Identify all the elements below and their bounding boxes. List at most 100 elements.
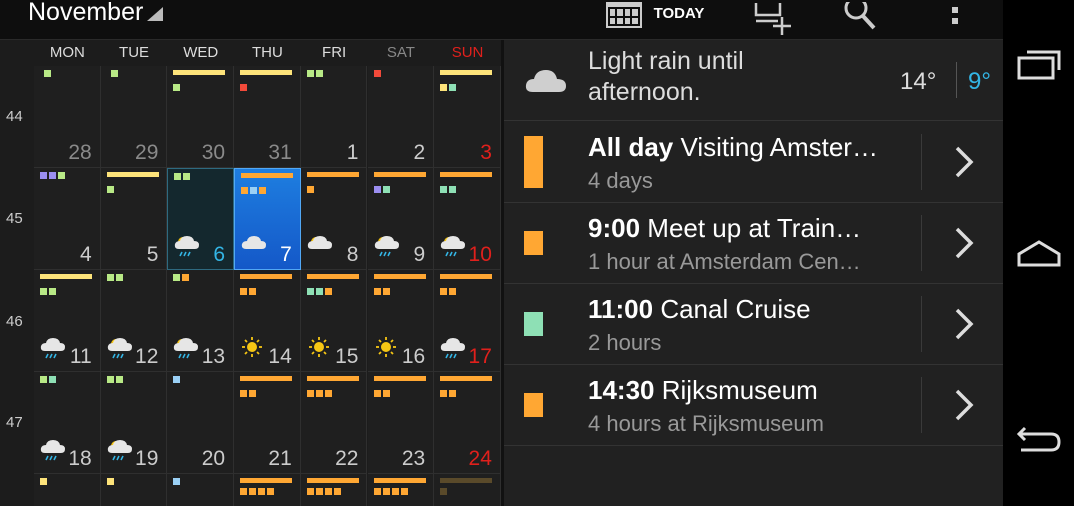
event-dot: [267, 488, 275, 495]
agenda-event[interactable]: All day Visiting Amster… 4 days: [504, 122, 1003, 203]
event-dot: [106, 186, 114, 193]
event-bar: [240, 478, 293, 483]
event-dot: [249, 390, 257, 397]
event-dot: [173, 478, 181, 485]
day-cell[interactable]: 16: [367, 270, 435, 372]
event-bar: [440, 70, 493, 75]
day-number: 31: [268, 141, 292, 164]
chevron-right-icon[interactable]: [944, 385, 984, 425]
event-dot: [173, 376, 181, 383]
cloud-icon: [241, 234, 267, 263]
day-cell[interactable]: 22: [300, 372, 368, 474]
day-cell[interactable]: 8: [300, 168, 368, 270]
event-dot: [173, 84, 181, 91]
day-cell[interactable]: [100, 474, 168, 506]
event-dot: [440, 288, 448, 295]
day-cell[interactable]: 30: [167, 66, 235, 168]
event-dot: [449, 84, 457, 91]
event-dot: [115, 376, 123, 383]
event-color-indicator: [524, 136, 543, 188]
today-button[interactable]: TODAY: [590, 0, 720, 40]
day-number: 29: [135, 141, 159, 164]
day-cell[interactable]: [367, 474, 435, 506]
event-dot: [40, 376, 47, 383]
event-dot: [240, 84, 248, 91]
day-cell[interactable]: 4: [34, 168, 101, 270]
event-dot: [324, 390, 332, 397]
event-color-indicator: [524, 393, 543, 417]
sun-rain-icon: [374, 234, 400, 263]
day-number: 28: [68, 141, 92, 164]
event-dot: [440, 186, 448, 193]
event-dot: [259, 187, 267, 194]
event-dot: [306, 70, 314, 77]
overflow-menu-button[interactable]: [930, 0, 980, 40]
day-cell[interactable]: 24: [434, 372, 501, 474]
chevron-right-icon[interactable]: [944, 223, 984, 263]
month-spinner[interactable]: November: [28, 0, 164, 27]
day-cell[interactable]: [34, 474, 101, 506]
day-cell[interactable]: 10: [434, 168, 501, 270]
event-dot: [315, 70, 323, 77]
day-number: 11: [69, 345, 92, 368]
day-cell[interactable]: 15: [300, 270, 368, 372]
day-cell[interactable]: 12: [100, 270, 168, 372]
home-button[interactable]: [1013, 228, 1065, 278]
day-cell[interactable]: 11: [34, 270, 101, 372]
day-cell[interactable]: 18: [34, 372, 101, 474]
day-cell[interactable]: 19: [100, 372, 168, 474]
day-cell[interactable]: 5: [100, 168, 168, 270]
recents-button[interactable]: [1013, 40, 1065, 90]
day-cell[interactable]: 28: [34, 66, 101, 168]
day-cell[interactable]: [434, 474, 501, 506]
event-dot: [49, 376, 56, 383]
cloud-icon: [525, 70, 566, 92]
chevron-right-icon[interactable]: [944, 142, 984, 182]
day-cell[interactable]: 9: [367, 168, 435, 270]
temp-low: 9°: [968, 68, 991, 95]
event-bar: [40, 274, 92, 279]
event-dot: [373, 488, 381, 495]
event-bar: [173, 70, 226, 75]
day-cell[interactable]: [234, 474, 301, 506]
week-number: 45: [6, 210, 23, 227]
day-cell[interactable]: 2: [367, 66, 435, 168]
agenda-event[interactable]: 9:00 Meet up at Train… 1 hour at Amsterd…: [504, 203, 1003, 284]
add-event-icon: [754, 3, 791, 35]
event-dot: [174, 173, 182, 180]
day-cell[interactable]: 6: [167, 168, 235, 270]
agenda-event[interactable]: 14:30 Rijksmuseum 4 hours at Rijksmuseum: [504, 365, 1003, 446]
event-dot: [58, 172, 65, 179]
event-bar: [241, 173, 294, 178]
weather-row[interactable]: Light rain until afternoon. 14° 9°: [504, 40, 1003, 121]
day-number: 5: [146, 243, 159, 266]
day-cell[interactable]: [300, 474, 368, 506]
day-cell[interactable]: 1: [300, 66, 368, 168]
back-button[interactable]: [1013, 414, 1065, 464]
event-dot: [449, 186, 457, 193]
add-event-button[interactable]: [740, 0, 800, 40]
day-cell[interactable]: [167, 474, 235, 506]
day-cell[interactable]: 23: [367, 372, 435, 474]
event-dot: [106, 376, 114, 383]
event-dot: [183, 173, 191, 180]
day-cell[interactable]: 29: [100, 66, 168, 168]
event-dot: [449, 288, 457, 295]
event-dot: [315, 488, 323, 495]
event-dot: [241, 187, 249, 194]
agenda-event[interactable]: 11:00 Canal Cruise 2 hours: [504, 284, 1003, 365]
search-button[interactable]: [830, 0, 890, 40]
day-cell[interactable]: 13: [167, 270, 235, 372]
day-cell[interactable]: 14: [234, 270, 301, 372]
event-detail: 4 days: [588, 168, 653, 193]
day-cell[interactable]: 31: [234, 66, 301, 168]
day-cell[interactable]: 21: [234, 372, 301, 474]
day-cell[interactable]: 7: [234, 168, 301, 270]
event-title: Canal Cruise: [660, 294, 811, 324]
day-cell[interactable]: 17: [434, 270, 501, 372]
day-cell[interactable]: 3: [434, 66, 501, 168]
event-dot: [240, 288, 248, 295]
event-dot: [106, 274, 114, 281]
chevron-right-icon[interactable]: [944, 304, 984, 344]
day-cell[interactable]: 20: [167, 372, 235, 474]
